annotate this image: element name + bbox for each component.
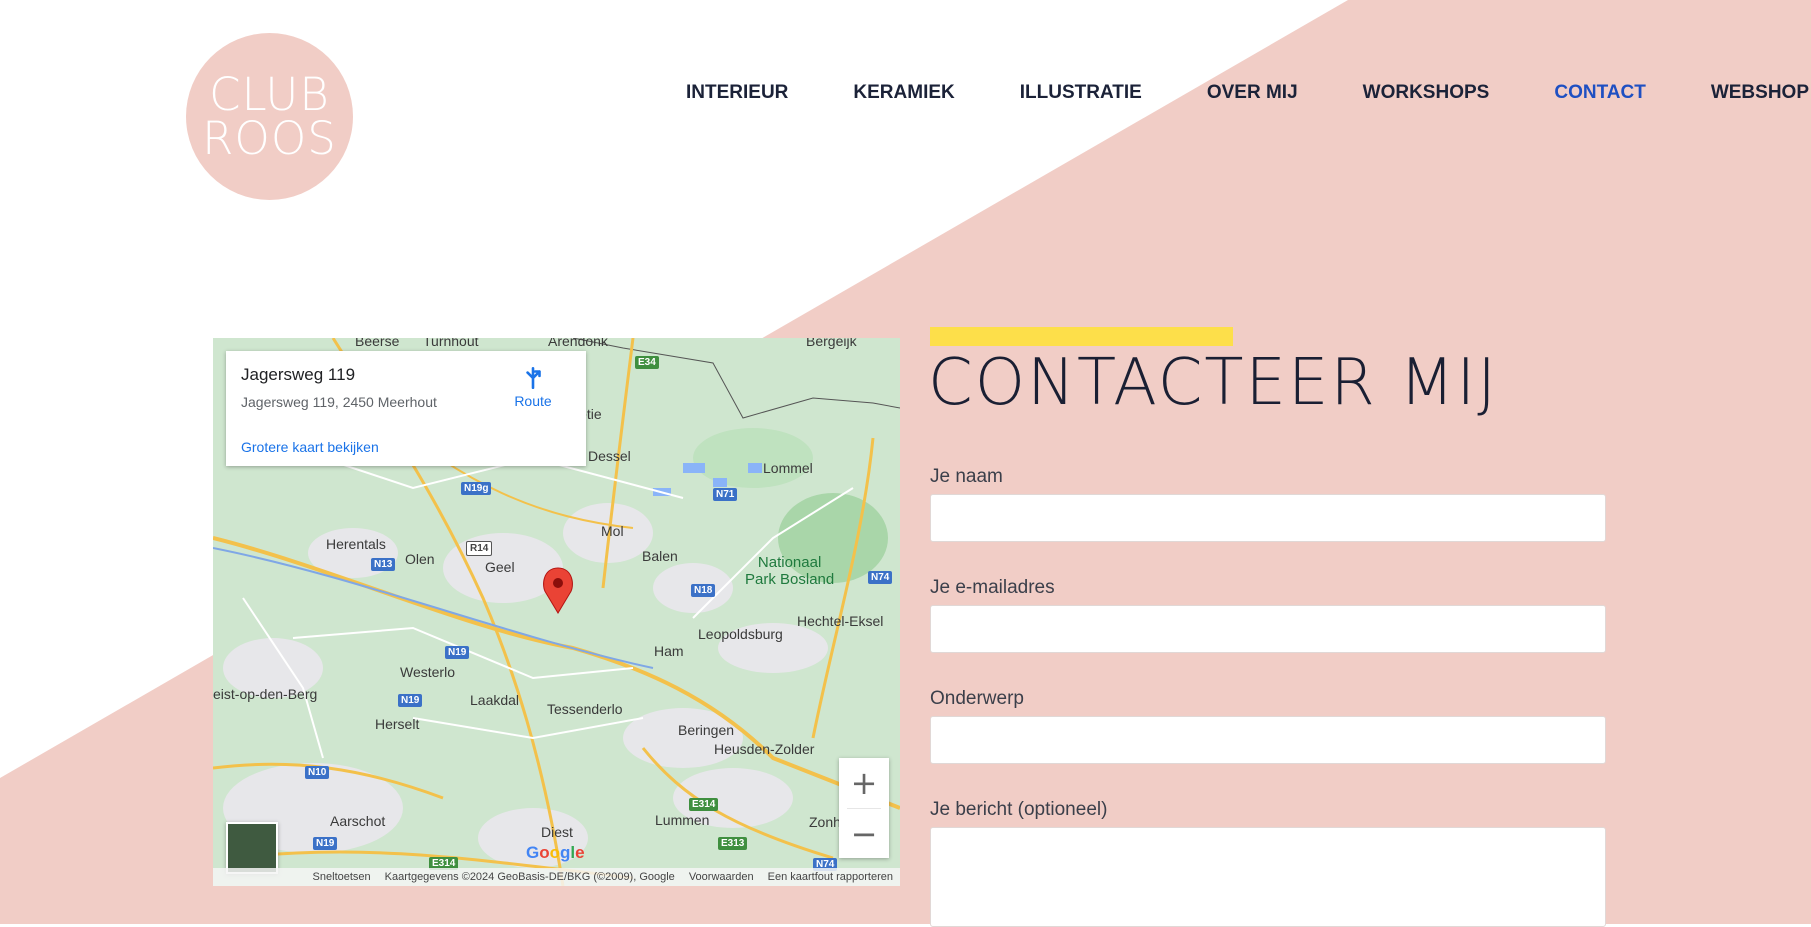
map-label: Tessenderlo <box>547 701 623 717</box>
name-input[interactable] <box>930 494 1606 542</box>
park-line-1: Nationaal <box>757 554 822 571</box>
zoom-in-button[interactable]: + <box>839 758 889 808</box>
map-label: eist-op-den-Berg <box>213 686 318 702</box>
map-label: Beerse <box>355 338 400 349</box>
map-footer: Sneltoetsen Kaartgegevens ©2024 GeoBasis… <box>213 868 900 886</box>
map-label: Beringen <box>678 722 735 738</box>
map-place-card: Jagersweg 119 Jagersweg 119, 2450 Meerho… <box>226 351 586 466</box>
road-shield: N74 <box>868 571 893 584</box>
map-label: Diest <box>541 824 573 840</box>
road-shield: N19g <box>461 482 492 495</box>
map-label: Hechtel-Eksel <box>797 613 884 629</box>
map-label: Aarschot <box>330 813 386 829</box>
map-label: Leopoldsburg <box>698 626 783 642</box>
email-input[interactable] <box>930 605 1606 653</box>
road-shield: E34 <box>635 356 659 369</box>
main-navigation: INTERIEUR KERAMIEK ILLUSTRATIE OVER MIJ … <box>686 82 1809 104</box>
road-shield: R14 <box>466 541 493 556</box>
map-label: Geel <box>485 559 515 575</box>
route-button[interactable]: Route <box>503 365 563 409</box>
map-label: Dessel <box>588 448 631 464</box>
nav-item-interieur[interactable]: INTERIEUR <box>686 82 788 104</box>
satellite-layer-toggle[interactable] <box>226 822 278 874</box>
map-label: Westerlo <box>400 664 455 680</box>
logo-line-2: ROOS <box>202 111 337 165</box>
title-accent-bar <box>930 327 1233 346</box>
road-shield: N19 <box>398 694 423 707</box>
keyboard-shortcuts-link[interactable]: Sneltoetsen <box>306 871 378 883</box>
map-label: Balen <box>642 548 678 564</box>
map-data-attribution: Kaartgegevens ©2024 GeoBasis-DE/BKG (©20… <box>384 871 675 883</box>
road-shield: N13 <box>371 558 396 571</box>
road-shield: N71 <box>713 488 738 501</box>
map-label: Arendonk <box>548 338 608 349</box>
zoom-controls: + − <box>839 758 889 858</box>
place-title: Jagersweg 119 <box>241 365 356 384</box>
terms-link[interactable]: Voorwaarden <box>682 871 761 883</box>
subject-label: Onderwerp <box>930 688 1024 709</box>
road-shield: N19 <box>313 837 338 850</box>
nav-item-webshop[interactable]: WEBSHOP <box>1711 82 1809 104</box>
road-shield: N19 <box>445 646 470 659</box>
map-label: Lommel <box>763 460 813 476</box>
map-label: Ham <box>654 643 684 659</box>
google-logo: Google <box>526 843 585 862</box>
map-label: Herselt <box>375 716 420 732</box>
club-roos-logo[interactable]: CLUB ROOS <box>186 33 353 200</box>
report-error-link[interactable]: Een kaartfout rapporteren <box>761 871 900 883</box>
road-shield: E313 <box>718 837 748 850</box>
map-label: Heusden-Zolder <box>714 741 815 757</box>
map-label: Turnhout <box>423 338 479 349</box>
road-shield: N18 <box>691 584 716 597</box>
map-label: Herentals <box>326 536 386 552</box>
name-label: Je naam <box>930 466 1003 487</box>
zoom-out-button[interactable]: − <box>839 809 889 859</box>
directions-icon <box>526 366 541 390</box>
google-map[interactable]: Beerse Turnhout Arendonk Bergeijk Retie … <box>213 338 900 886</box>
map-label: Zonh <box>809 814 841 830</box>
map-label-park: Nationaal Park Bosland <box>745 554 834 588</box>
nav-item-workshops[interactable]: WORKSHOPS <box>1363 82 1490 104</box>
map-label: Mol <box>601 523 624 539</box>
nav-item-contact[interactable]: CONTACT <box>1554 82 1645 104</box>
message-label: Je bericht (optioneel) <box>930 799 1108 820</box>
map-label: Lummen <box>655 812 710 828</box>
logo-line-1: CLUB <box>209 67 330 121</box>
map-label: Bergeijk <box>806 338 857 349</box>
route-label: Route <box>514 393 552 409</box>
page-title: CONTACTEER MIJ <box>928 346 1499 420</box>
place-address: Jagersweg 119, 2450 Meerhout <box>241 394 437 410</box>
message-textarea[interactable] <box>930 827 1606 927</box>
map-label: Olen <box>405 551 435 567</box>
park-line-2: Park Bosland <box>745 571 835 588</box>
map-label: Laakdal <box>470 692 520 708</box>
subject-input[interactable] <box>930 716 1606 764</box>
email-label: Je e-mailadres <box>930 577 1055 598</box>
road-shield: E314 <box>689 798 719 811</box>
bigger-map-link[interactable]: Grotere kaart bekijken <box>241 439 379 455</box>
nav-item-illustratie[interactable]: ILLUSTRATIE <box>1020 82 1142 104</box>
nav-item-over-mij[interactable]: OVER MIJ <box>1207 82 1298 104</box>
road-shield: N10 <box>305 766 330 779</box>
nav-item-keramiek[interactable]: KERAMIEK <box>853 82 954 104</box>
